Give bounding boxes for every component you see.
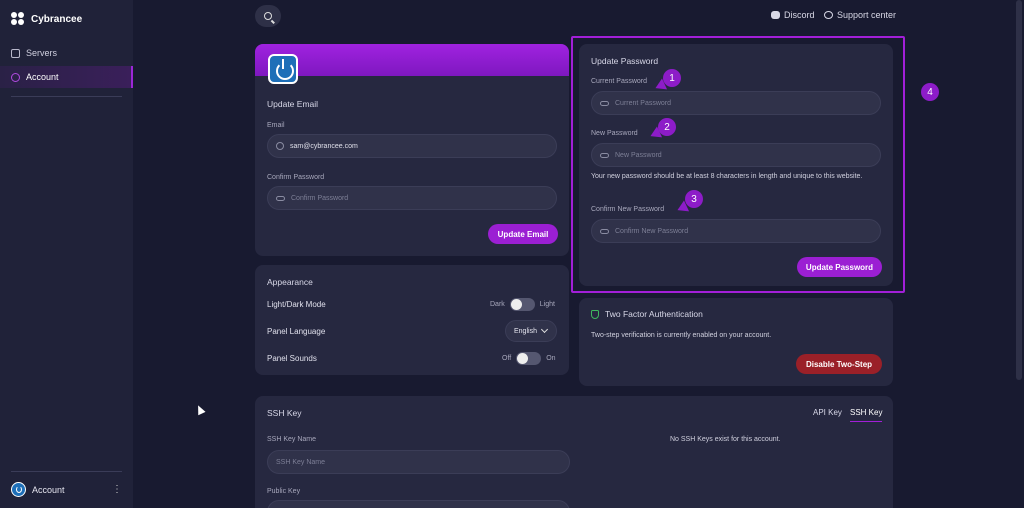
ssh-empty-message: No SSH Keys exist for this account. [670,436,781,443]
two-factor-card: Two Factor Authentication Two-step verif… [579,298,893,386]
account-name: Account [32,484,65,495]
panel-language-label: Panel Language [267,327,326,336]
ssh-key-name-label: SSH Key Name [267,436,317,443]
ssh-key-card: SSH Key API Key SSH Key SSH Key Name SSH… [255,396,893,508]
email-card-banner [255,44,569,76]
chevron-down-icon [540,325,549,334]
sidebar-item-servers[interactable]: Servers [0,42,133,64]
sidebar-divider [11,96,122,97]
card-title: Two Factor Authentication [605,309,703,319]
appearance-card: Appearance Light/Dark Mode Dark Light Pa… [255,265,569,375]
tab-api-key[interactable]: API Key [813,408,842,417]
selected-language: English [514,327,537,335]
server-icon [11,48,20,58]
theme-mode-label: Light/Dark Mode [267,300,326,309]
search-icon [264,12,272,20]
panel-sounds-label: Panel Sounds [267,354,317,363]
at-icon [276,142,284,150]
email-label: Email [267,122,285,129]
confirm-password-label: Confirm Password [267,174,325,181]
panel-sounds-toggle[interactable]: Off On [502,352,556,365]
toggle-right-label: Light [539,301,555,308]
toggle-left-label: Dark [490,301,505,308]
more-options-icon[interactable]: ⋮ [112,484,122,495]
annotation-badge-3: 3 [685,190,703,208]
disable-two-step-button[interactable]: Disable Two-Step [796,354,882,374]
public-key-field[interactable] [267,500,570,508]
account-avatar-icon [268,54,298,84]
annotation-badge-2: 2 [658,118,676,136]
toggle-left-label: Off [502,355,512,362]
sidebar-account-menu[interactable]: Account [11,482,65,497]
update-email-button[interactable]: Update Email [488,224,558,244]
sidebar-item-label: Account [26,72,59,82]
brand-logo-icon [11,12,25,26]
theme-mode-toggle[interactable]: Dark Light [490,298,555,311]
discord-label: Discord [784,10,815,20]
discord-link[interactable]: Discord [771,10,815,20]
annotation-badge-4: 4 [921,83,939,101]
sidebar-divider [11,471,122,472]
toggle-switch[interactable] [509,298,535,311]
annotation-badge-1: 1 [663,69,681,87]
toggle-switch[interactable] [516,352,542,365]
sidebar-item-account[interactable]: Account [0,66,133,88]
confirm-password-placeholder: Confirm Password [291,194,349,202]
two-factor-title: Two Factor Authentication [591,309,703,319]
ssh-key-name-placeholder: SSH Key Name [276,458,326,466]
shield-check-icon [591,309,599,319]
tab-ssh-key[interactable]: SSH Key [850,408,883,422]
card-title: Appearance [267,277,313,287]
panel-language-select[interactable]: English [505,320,557,342]
key-icon [276,195,285,201]
support-icon [824,11,833,19]
page-scrollbar[interactable] [1016,0,1022,380]
search-button[interactable] [255,5,281,27]
sidebar: Cybrancee Servers Account Account ⋮ [0,0,133,508]
account-icon [11,72,20,82]
support-label: Support center [837,10,897,20]
discord-icon [771,11,780,19]
email-value: sam@cybrancee.com [290,142,358,150]
card-title: Update Email [267,99,319,109]
avatar [11,482,26,497]
mouse-cursor-icon [194,403,206,416]
sidebar-item-label: Servers [26,48,58,58]
annotation-highlight-box [571,36,905,293]
support-center-link[interactable]: Support center [824,10,896,20]
toggle-right-label: On [546,355,556,362]
brand-name: Cybrancee [31,13,83,25]
public-key-label: Public Key [267,488,301,495]
two-factor-status: Two-step verification is currently enabl… [591,332,772,339]
ssh-key-name-field[interactable]: SSH Key Name [267,450,570,474]
brand[interactable]: Cybrancee [11,12,82,26]
confirm-password-field[interactable]: Confirm Password [267,186,557,210]
update-email-card: Update Email Email sam@cybrancee.com Con… [255,44,569,256]
card-title: SSH Key [267,408,302,418]
email-field[interactable]: sam@cybrancee.com [267,134,557,158]
